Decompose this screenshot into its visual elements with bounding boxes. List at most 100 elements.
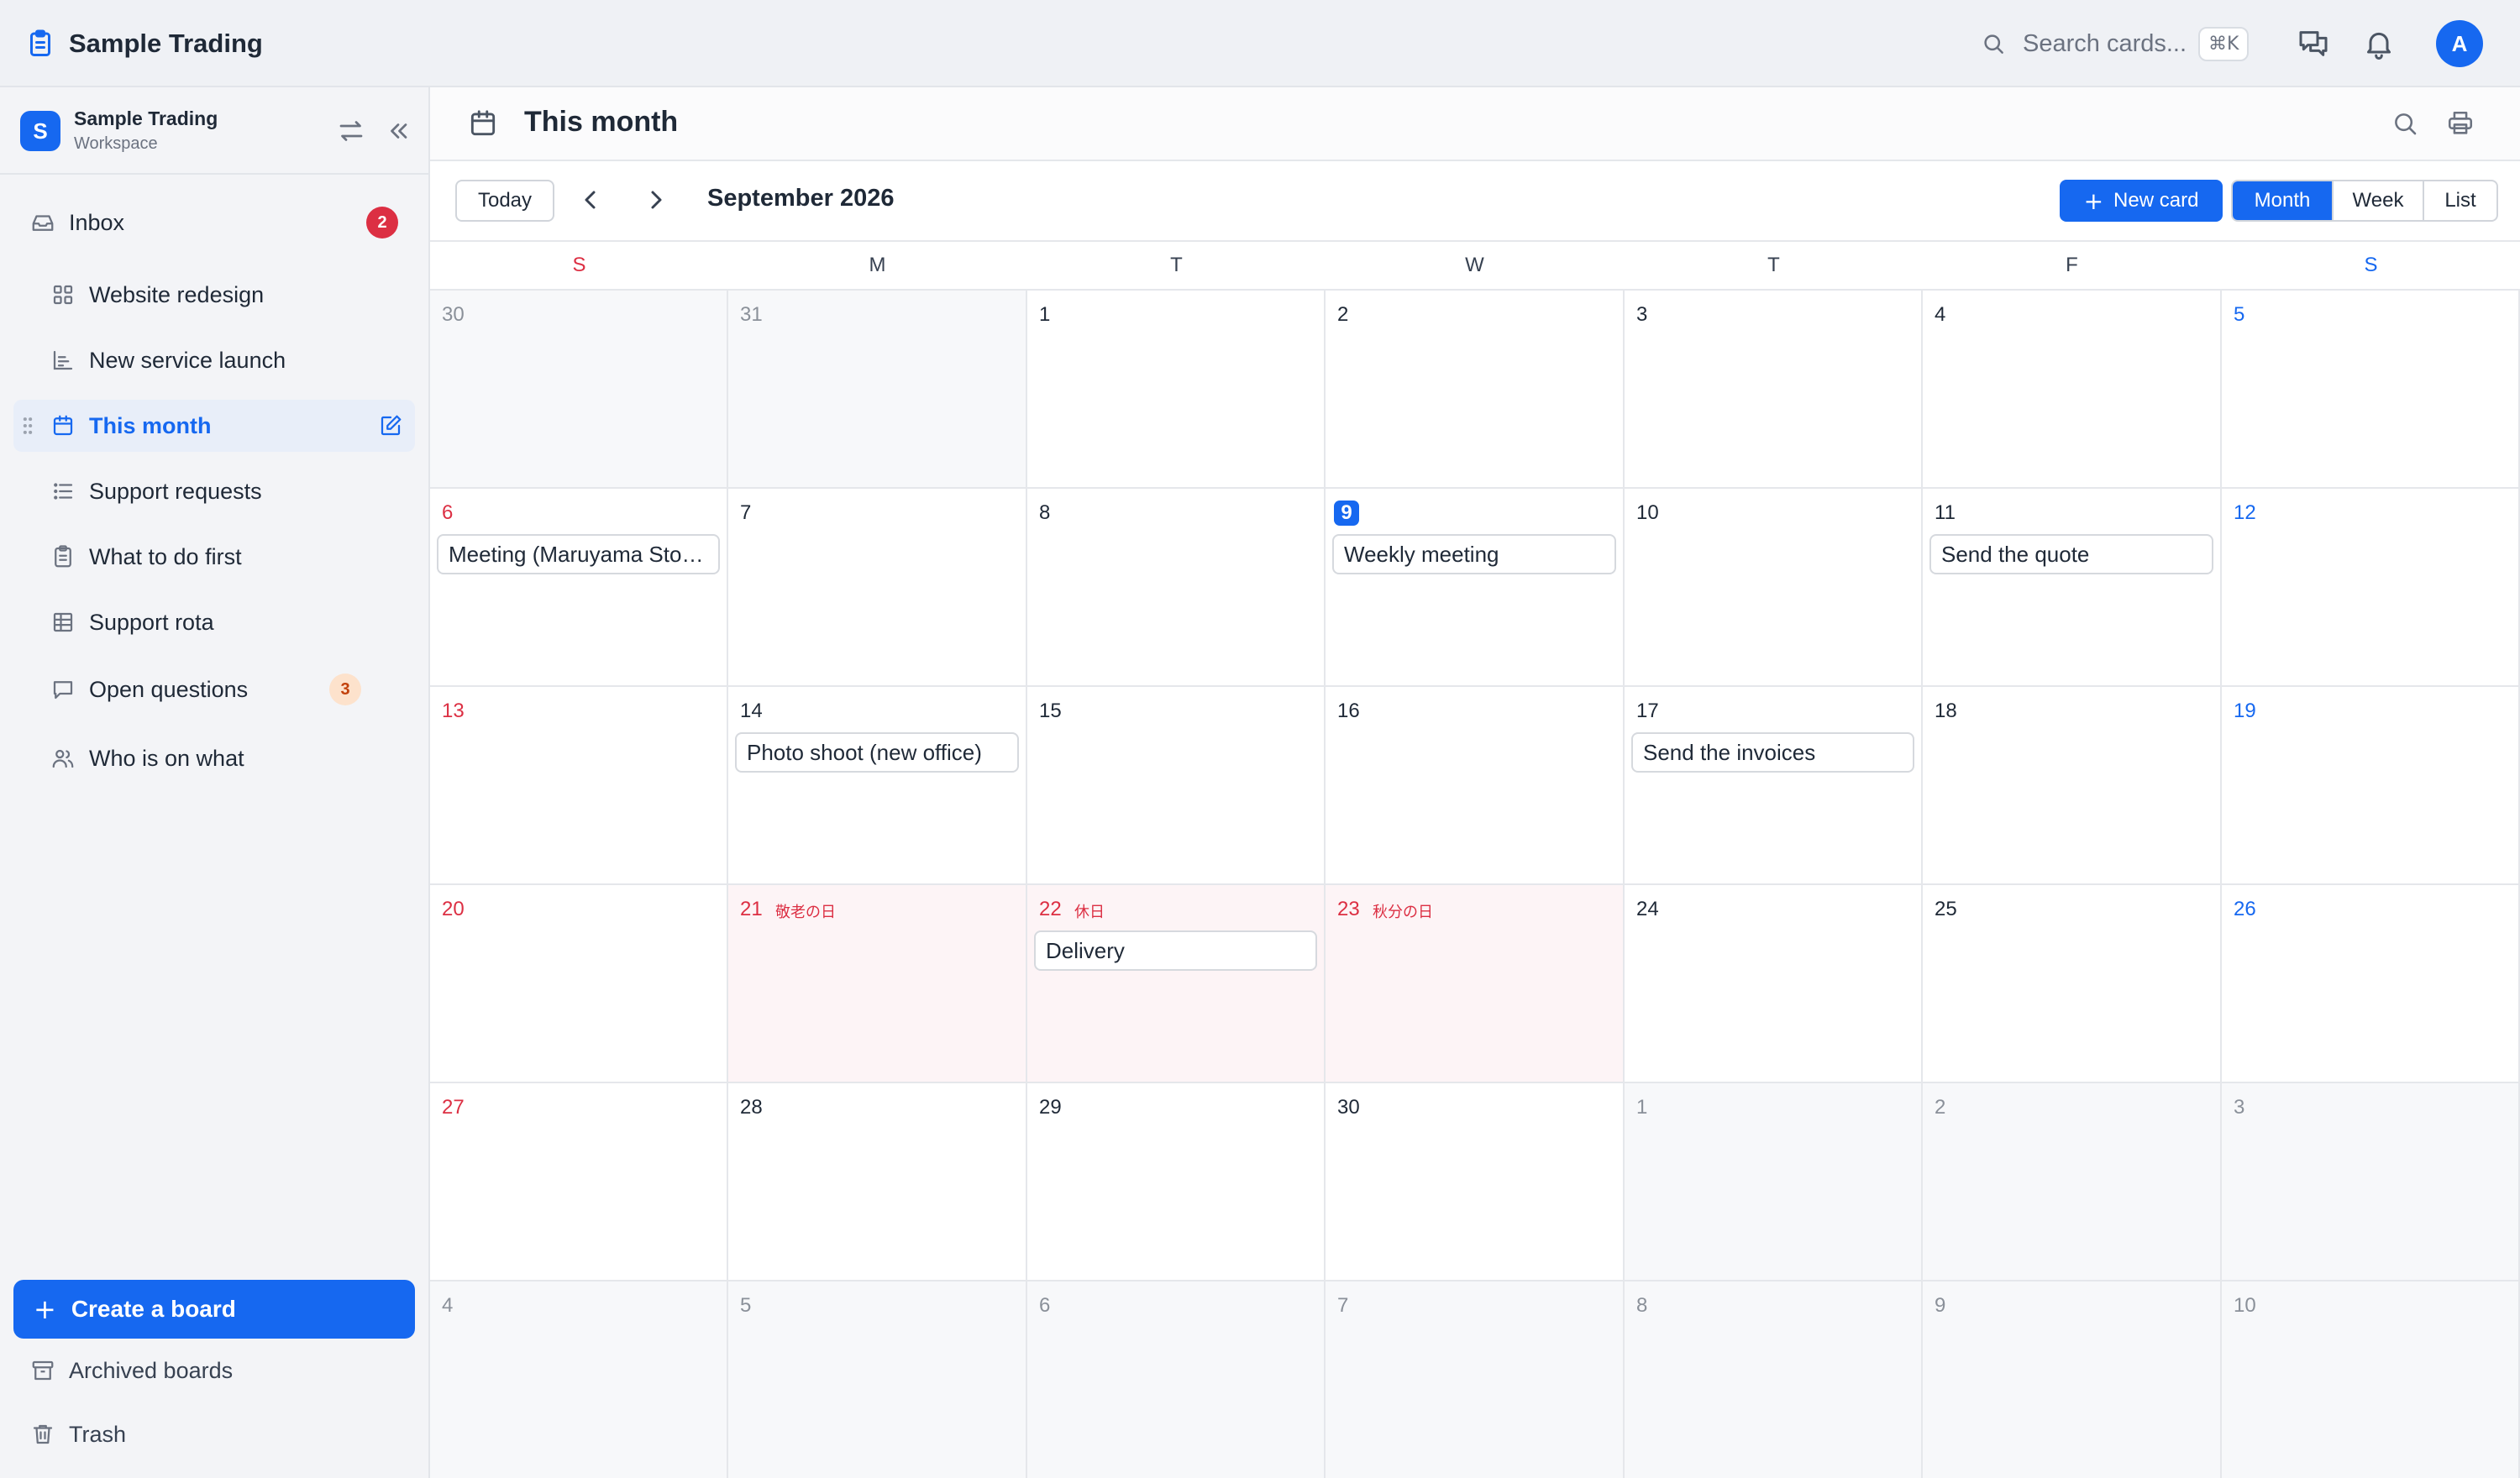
calendar-day-cell[interactable]: 1 xyxy=(1027,291,1326,489)
weekday-label: M xyxy=(869,254,886,276)
calendar-day-cell[interactable]: 30 xyxy=(1326,1083,1625,1281)
user-avatar[interactable]: A xyxy=(2436,20,2483,67)
calendar-day-cell[interactable]: 21 敬老の日 xyxy=(728,885,1027,1083)
calendar-day-cell[interactable]: 16 xyxy=(1326,687,1625,885)
calendar-day-cell[interactable]: 9 xyxy=(1923,1281,2222,1478)
sidebar-item-inbox[interactable]: Inbox 2 xyxy=(13,197,415,249)
calendar-day-cell[interactable]: 2 xyxy=(1923,1083,2222,1281)
calendar-day-cell[interactable]: 2 xyxy=(1326,291,1625,489)
calendar-day-cell[interactable]: 10 xyxy=(2222,1281,2520,1478)
sidebar-item-who-is-on-what[interactable]: Who is on what xyxy=(13,732,415,784)
sidebar-item-website-redesign[interactable]: Website redesign xyxy=(13,269,415,321)
calendar-day-cell[interactable]: 9 Weekly meeting xyxy=(1326,489,1625,687)
event-card[interactable]: Weekly meeting xyxy=(1332,534,1616,574)
event-card[interactable]: Photo shoot (new office) xyxy=(735,732,1019,773)
sidebar-item-open-questions[interactable]: Open questions 3 xyxy=(13,663,415,715)
calendar-day-cell[interactable]: 23 秋分の日 xyxy=(1326,885,1625,1083)
main-content: This month Today September 2026 + New ca… xyxy=(430,87,2520,1478)
view-month-button[interactable]: Month xyxy=(2233,181,2332,220)
sidebar-item-support-rota[interactable]: Support rota xyxy=(13,596,415,648)
calendar-day-cell[interactable]: 6 Meeting (Maruyama Stores) xyxy=(430,489,728,687)
edit-icon[interactable] xyxy=(378,413,403,438)
day-number: 23 xyxy=(1337,898,1360,920)
top-bar: Sample Trading Search cards... ⌘K A xyxy=(0,0,2520,87)
new-card-button[interactable]: + New card xyxy=(2060,180,2223,222)
calendar-day-cell[interactable]: 11 Send the quote xyxy=(1923,489,2222,687)
calendar-day-cell[interactable]: 15 xyxy=(1027,687,1326,885)
event-card[interactable]: Send the quote xyxy=(1929,534,2213,574)
calendar-day-cell[interactable]: 8 xyxy=(1625,1281,1923,1478)
day-number: 25 xyxy=(1935,898,1957,920)
create-board-label: Create a board xyxy=(71,1296,236,1322)
workspace-header: S Sample Trading Workspace xyxy=(0,87,428,175)
sidebar-item-trash[interactable]: Trash xyxy=(13,1409,415,1460)
sidebar-item-new-service-launch[interactable]: New service launch xyxy=(13,334,415,386)
calendar-day-cell[interactable]: 29 xyxy=(1027,1083,1326,1281)
weekday-label: T xyxy=(1170,254,1183,276)
sidebar-item-archived-boards[interactable]: Archived boards xyxy=(13,1345,415,1396)
chevron-left-icon[interactable] xyxy=(576,185,606,215)
calendar-day-cell[interactable]: 17 Send the invoices xyxy=(1625,687,1923,885)
calendar-day-cell[interactable]: 4 xyxy=(1923,291,2222,489)
day-number: 28 xyxy=(740,1096,763,1119)
create-board-button[interactable]: + Create a board xyxy=(13,1280,415,1339)
search-box[interactable]: Search cards... ⌘K xyxy=(1981,22,2250,66)
day-number: 9 xyxy=(1935,1294,1946,1317)
calendar-day-cell[interactable]: 26 xyxy=(2222,885,2520,1083)
calendar-day-cell[interactable]: 8 xyxy=(1027,489,1326,687)
day-number: 2 xyxy=(1935,1096,1946,1119)
chevron-right-icon[interactable] xyxy=(640,185,670,215)
bell-icon[interactable] xyxy=(2362,27,2396,60)
holiday-label: 休日 xyxy=(1074,904,1105,921)
calendar-icon xyxy=(470,110,496,136)
sidebar-item-what-to-do-first[interactable]: What to do first xyxy=(13,531,415,583)
calendar-day-cell[interactable]: 14 Photo shoot (new office) xyxy=(728,687,1027,885)
view-week-button[interactable]: Week xyxy=(2332,181,2423,220)
calendar-day-cell[interactable]: 1 xyxy=(1625,1083,1923,1281)
calendar-day-cell[interactable]: 27 xyxy=(430,1083,728,1281)
calendar-day-cell[interactable]: 31 xyxy=(728,291,1027,489)
calendar-day-cell[interactable]: 3 xyxy=(1625,291,1923,489)
print-icon[interactable] xyxy=(2446,109,2475,138)
day-number: 30 xyxy=(442,303,465,326)
calendar-day-cell[interactable]: 7 xyxy=(728,489,1027,687)
calendar-day-cell[interactable]: 5 xyxy=(728,1281,1027,1478)
workspace-name[interactable]: Sample Trading xyxy=(74,107,218,130)
calendar-day-cell[interactable]: 28 xyxy=(728,1083,1027,1281)
sidebar-item-this-month[interactable]: This month xyxy=(13,400,415,452)
calendar-day-cell[interactable]: 3 xyxy=(2222,1083,2520,1281)
calendar-day-cell[interactable]: 5 xyxy=(2222,291,2520,489)
calendar-day-cell[interactable]: 7 xyxy=(1326,1281,1625,1478)
calendar-day-cell[interactable]: 12 xyxy=(2222,489,2520,687)
new-card-label: New card xyxy=(2113,189,2199,212)
sidebar-item-support-requests[interactable]: Support requests xyxy=(13,465,415,517)
calendar-day-cell[interactable]: 22 休日 Delivery xyxy=(1027,885,1326,1083)
calendar-day-cell[interactable]: 18 xyxy=(1923,687,2222,885)
event-card[interactable]: Delivery xyxy=(1034,930,1317,971)
switch-workspace-icon[interactable] xyxy=(336,116,366,146)
today-button[interactable]: Today xyxy=(455,180,554,222)
calendar-day-cell[interactable]: 13 xyxy=(430,687,728,885)
calendar-day-cell[interactable]: 19 xyxy=(2222,687,2520,885)
day-number: 4 xyxy=(1935,303,1946,326)
day-number: 22 xyxy=(1039,898,1062,920)
search-icon[interactable] xyxy=(2391,109,2419,138)
calendar-day-cell[interactable]: 6 xyxy=(1027,1281,1326,1478)
users-icon xyxy=(52,749,74,768)
calendar-day-cell[interactable]: 10 xyxy=(1625,489,1923,687)
drag-handle-icon[interactable] xyxy=(22,417,34,435)
calendar-day-cell[interactable]: 20 xyxy=(430,885,728,1083)
grid-icon xyxy=(53,285,73,305)
calendar-day-cell[interactable]: 4 xyxy=(430,1281,728,1478)
plus-icon: + xyxy=(34,1293,56,1325)
view-list-button[interactable]: List xyxy=(2423,181,2496,220)
messages-icon[interactable] xyxy=(2297,27,2330,60)
collapse-sidebar-icon[interactable] xyxy=(383,116,413,146)
event-card[interactable]: Meeting (Maruyama Stores) xyxy=(437,534,720,574)
calendar-day-cell[interactable]: 24 xyxy=(1625,885,1923,1083)
event-card[interactable]: Send the invoices xyxy=(1631,732,1914,773)
holiday-label: 秋分の日 xyxy=(1373,904,1433,921)
calendar-day-cell[interactable]: 25 xyxy=(1923,885,2222,1083)
calendar-day-cell[interactable]: 30 xyxy=(430,291,728,489)
workspace-type: Workspace xyxy=(74,134,158,153)
